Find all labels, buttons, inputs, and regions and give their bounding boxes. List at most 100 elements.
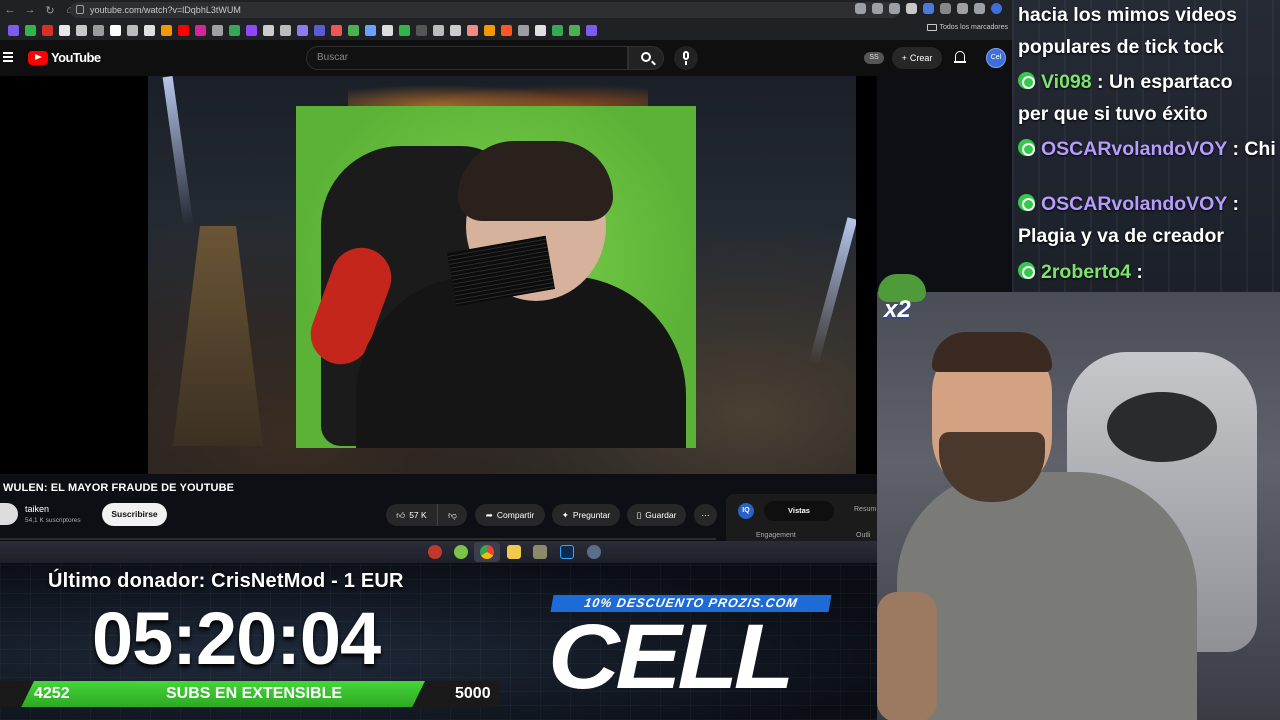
site-info-icon[interactable]	[76, 5, 84, 14]
bookmark-icon[interactable]	[280, 24, 291, 36]
app-icon[interactable]	[533, 545, 547, 559]
bookmark-icon[interactable]	[484, 24, 495, 36]
bookmark-icon[interactable]	[110, 24, 121, 36]
extension-icon[interactable]	[906, 3, 917, 14]
all-bookmarks[interactable]: Todos los marcadores	[926, 24, 1008, 31]
bookmark-icon[interactable]	[382, 24, 393, 36]
bookmark-icon[interactable]	[569, 24, 580, 36]
subscriber-count: 54,1 K suscriptores	[25, 517, 81, 524]
bookmark-icon[interactable]	[535, 24, 546, 36]
bookmark-icon[interactable]	[25, 24, 36, 36]
video-background-scene	[148, 76, 856, 474]
bookmark-icon[interactable]	[8, 24, 19, 36]
ss-badge[interactable]: SS	[864, 52, 884, 64]
star-icon[interactable]	[889, 3, 900, 14]
bookmark-icon[interactable]	[518, 24, 529, 36]
chat-username[interactable]: OSCARvolandoVOY	[1041, 138, 1227, 160]
address-bar[interactable]: youtube.com/watch?v=lDqbhL3tWUM	[70, 2, 900, 18]
share-button[interactable]: ➦ Compartir	[475, 504, 545, 526]
puzzle-icon[interactable]	[957, 3, 968, 14]
avatar[interactable]: Cel	[986, 48, 1006, 68]
folder-icon[interactable]	[507, 545, 521, 559]
bookmark-icon[interactable]	[450, 24, 461, 36]
obs-icon[interactable]	[428, 545, 442, 559]
gmail-icon[interactable]	[42, 24, 53, 36]
bookmark-icon[interactable]	[297, 24, 308, 36]
streamer-webcam	[877, 292, 1280, 720]
chat-message: Vi098 : Un espartaco	[1018, 66, 1280, 98]
download-icon[interactable]	[144, 24, 155, 36]
create-button[interactable]: + Crear	[892, 47, 942, 69]
ask-button[interactable]: ✦ Preguntar	[552, 504, 620, 526]
last-donor: Último donador: CrisNetMod - 1 EUR	[48, 570, 404, 592]
bookmark-icon[interactable]	[399, 24, 410, 36]
folder-icon	[926, 24, 937, 31]
chat-username[interactable]: OSCARvolandoVOY	[1041, 193, 1227, 215]
x-icon[interactable]	[59, 24, 70, 36]
like-button[interactable]: 👍︎ 57 K	[386, 504, 437, 526]
bookmark-icon[interactable]	[552, 24, 563, 36]
channel-name[interactable]: taiken	[25, 504, 49, 514]
dislike-button[interactable]: 👎︎	[437, 504, 467, 526]
save-label: Guardar	[645, 510, 677, 520]
bookmark-icon[interactable]	[501, 24, 512, 36]
panel-logo: IQ	[738, 503, 754, 519]
bookmark-icon[interactable]	[314, 24, 325, 36]
bookmark-icon[interactable]	[212, 24, 223, 36]
sub-count: 4252	[34, 685, 70, 702]
extension-icon[interactable]	[940, 3, 951, 14]
subscribe-button[interactable]: Suscribirse	[102, 503, 167, 526]
app-icon[interactable]	[454, 545, 468, 559]
chat-text: Plagia y va de creador	[1018, 225, 1224, 247]
tab-vistas[interactable]: Vistas	[764, 501, 834, 521]
like-count: 57 K	[409, 510, 427, 520]
bookmark-icon[interactable]	[127, 24, 138, 36]
search-input[interactable]: Buscar	[306, 46, 628, 70]
thumbs-down-icon: 👎︎	[448, 509, 457, 520]
bookmark-icon[interactable]	[76, 24, 87, 36]
profile-icon[interactable]	[991, 3, 1002, 14]
forward-icon[interactable]: →	[20, 0, 40, 20]
install-icon[interactable]	[872, 3, 883, 14]
reload-icon[interactable]: ↻	[40, 0, 60, 20]
bookmark-icon[interactable]	[263, 24, 274, 36]
bookmark-icon[interactable]	[161, 24, 172, 36]
channel-avatar[interactable]	[0, 503, 18, 525]
bookmark-icon[interactable]	[586, 24, 597, 36]
bookmark-icon[interactable]	[365, 24, 376, 36]
more-actions-button[interactable]: ⋯	[694, 504, 717, 526]
sub-goal-label: SUBS EN EXTENSIBLE	[166, 685, 343, 702]
menu-icon[interactable]	[3, 52, 13, 62]
extension-icon[interactable]	[923, 3, 934, 14]
address-row: ← → ↻ ⌂ youtube.com/watch?v=lDqbhL3tWUM	[0, 0, 1012, 20]
voice-search-button[interactable]	[674, 46, 698, 70]
youtube-icon[interactable]	[178, 24, 189, 36]
bookmark-icon[interactable]	[433, 24, 444, 36]
all-bookmarks-label: Todos los marcadores	[939, 24, 1008, 31]
chrome-icon[interactable]	[480, 545, 494, 559]
bookmark-icon[interactable]	[467, 24, 478, 36]
chat-message: Plagia y va de creador	[1018, 220, 1280, 252]
chat-username[interactable]: 2roberto4	[1041, 261, 1131, 283]
tab-search-icon[interactable]	[974, 3, 985, 14]
bookmark-icon[interactable]	[331, 24, 342, 36]
save-button[interactable]: ▯ Guardar	[627, 504, 686, 526]
zoom-icon[interactable]	[855, 3, 866, 14]
bookmark-icon[interactable]	[229, 24, 240, 36]
video-player[interactable]	[0, 76, 877, 474]
tab-resumen[interactable]: Resum	[854, 506, 876, 513]
chat-message: OSCARvolandoVOY :	[1018, 188, 1280, 220]
bookmark-icon[interactable]	[348, 24, 359, 36]
extension-icons	[855, 3, 1002, 14]
instagram-icon[interactable]	[195, 24, 206, 36]
app-icon[interactable]	[587, 545, 601, 559]
bookmark-icon[interactable]	[416, 24, 427, 36]
twitch-icon[interactable]	[246, 24, 257, 36]
chat-username[interactable]: Vi098	[1041, 71, 1092, 93]
back-icon[interactable]: ←	[0, 0, 20, 20]
bookmark-icon[interactable]	[93, 24, 104, 36]
youtube-logo[interactable]: YouTube	[28, 50, 101, 65]
search-button[interactable]	[628, 46, 664, 70]
notifications-icon[interactable]	[954, 51, 966, 64]
photoshop-icon[interactable]	[560, 545, 574, 559]
